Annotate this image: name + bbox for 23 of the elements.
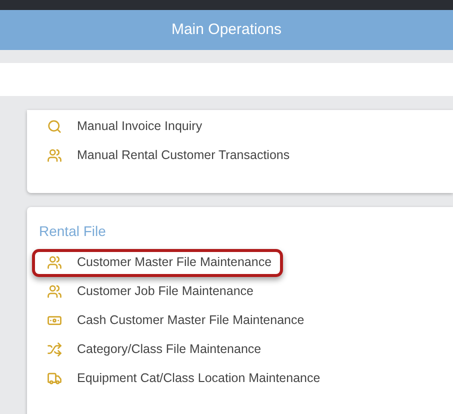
menu-item-label: Category/Class File Maintenance [77, 341, 262, 358]
people-icon [47, 255, 62, 270]
truck-icon [47, 371, 62, 386]
menu-item-label: Manual Invoice Inquiry [77, 118, 202, 136]
menu-item-label: Customer Job File Maintenance [77, 283, 254, 300]
menu-item[interactable]: Equipment Cat/Class Location Maintenance [32, 364, 332, 392]
menu-item[interactable]: Category/Class File Maintenance [32, 336, 272, 364]
menu-item-label: Manual Rental Customer Transactions [77, 147, 290, 164]
menu-item-label: Equipment Cat/Class Location Maintenance [77, 370, 320, 388]
menu-item[interactable]: Manual Rental Customer Transactions [32, 142, 301, 170]
highlighted-menu-item[interactable]: Customer Master File Maintenance [32, 248, 283, 276]
search-icon [47, 119, 62, 134]
menu-item-label: Cash Customer Master File Maintenance [77, 312, 304, 330]
header-title: Main Operations [171, 20, 282, 40]
shuffle-icon [47, 342, 62, 357]
menu-item[interactable]: Cash Customer Master File Maintenance [32, 306, 316, 334]
menu-item-label: Customer Master File Maintenance [77, 254, 272, 272]
people-icon [47, 148, 62, 163]
banknote-icon [47, 313, 62, 328]
people-icon [47, 284, 62, 299]
section-heading: Rental File [39, 222, 106, 240]
menu-item[interactable]: Manual Invoice Inquiry [32, 112, 214, 140]
menu-item[interactable]: Customer Job File Maintenance [32, 278, 264, 306]
